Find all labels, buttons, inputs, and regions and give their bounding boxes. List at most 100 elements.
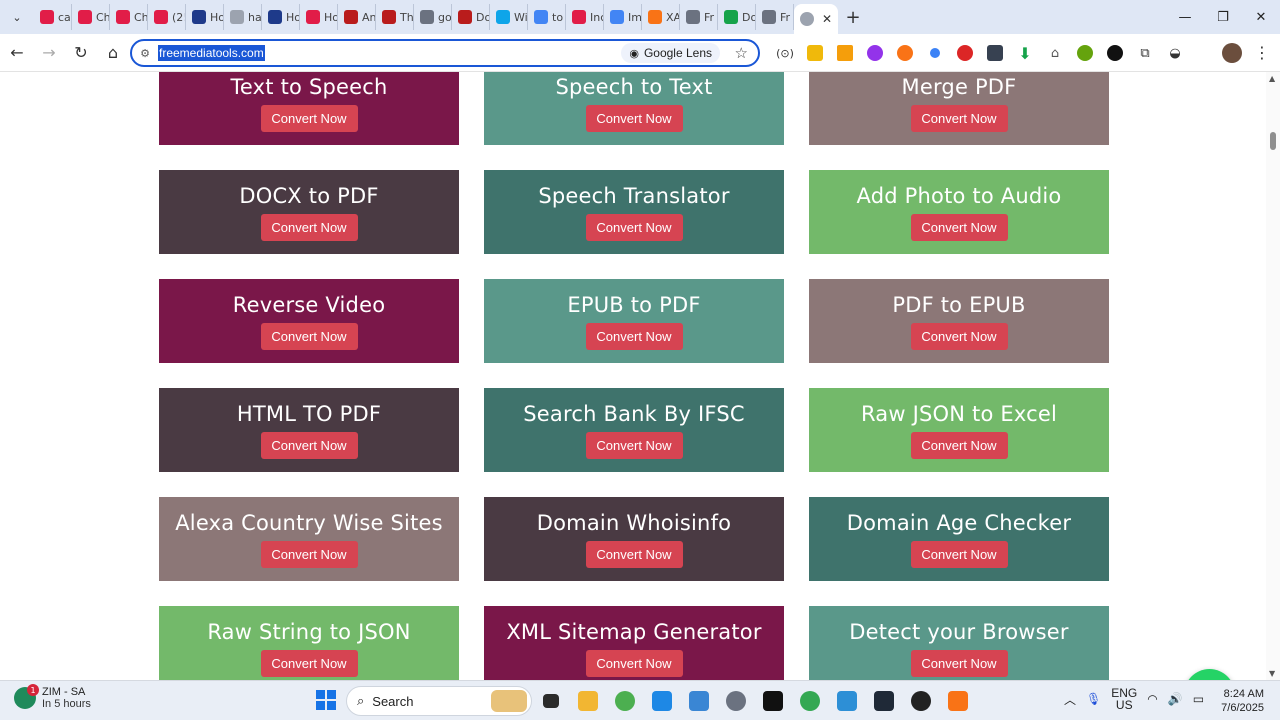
forward-button[interactable]: → <box>34 38 64 68</box>
convert-now-button[interactable]: Convert Now <box>910 213 1008 241</box>
incognito-icon[interactable]: ◒ <box>1160 40 1190 66</box>
convert-now-button[interactable]: Convert Now <box>585 322 683 350</box>
close-tab-icon[interactable]: ✕ <box>822 12 832 26</box>
close-window-icon[interactable]: ✕ <box>1242 0 1280 34</box>
convert-now-button[interactable]: Convert Now <box>260 540 358 568</box>
convert-now-button[interactable]: Convert Now <box>910 431 1008 459</box>
extension-icon[interactable] <box>1070 40 1100 66</box>
menu-kebab-icon[interactable]: ⋮ <box>1254 43 1270 62</box>
convert-now-button[interactable]: Convert Now <box>260 649 358 677</box>
weather-widget[interactable]: 1 ZIM - SA In 5 hours <box>14 684 91 710</box>
extension-icon[interactable] <box>800 40 830 66</box>
browser-tab[interactable]: Th <box>376 4 414 30</box>
browser-tab[interactable]: Wi <box>490 4 528 30</box>
tray-overflow-icon[interactable]: ︿ <box>1064 691 1076 708</box>
browser-tab[interactable]: Ch <box>110 4 148 30</box>
convert-now-button[interactable]: Convert Now <box>910 322 1008 350</box>
task-view-icon[interactable] <box>532 685 569 717</box>
extension-icon[interactable] <box>830 40 860 66</box>
browser-tab[interactable]: to <box>528 4 566 30</box>
convert-now-button[interactable]: Convert Now <box>585 104 683 132</box>
minimize-icon[interactable]: — <box>1166 0 1204 34</box>
browser-tab[interactable]: Fr <box>756 4 794 30</box>
convert-now-button[interactable]: Convert Now <box>260 431 358 459</box>
browser-tab[interactable]: ha <box>224 4 262 30</box>
clock[interactable]: 8:24 AM 7/6/2025 <box>1221 687 1264 715</box>
bookmark-star-icon[interactable]: ☆ <box>735 44 748 62</box>
tool-card: Speech Translator Convert Now <box>484 170 784 254</box>
browser-tab[interactable]: Ch <box>72 4 110 30</box>
app-icon[interactable] <box>902 685 939 717</box>
tool-card: Add Photo to Audio Convert Now <box>809 170 1109 254</box>
convert-now-button[interactable]: Convert Now <box>585 540 683 568</box>
tab-search-chevron-icon[interactable]: ⌄ <box>0 0 34 34</box>
back-button[interactable]: ← <box>2 38 32 68</box>
vscode-icon[interactable] <box>643 685 680 717</box>
microphone-icon[interactable]: 🎙 <box>1086 692 1101 706</box>
home-button[interactable]: ⌂ <box>98 38 128 68</box>
google-lens-button[interactable]: ◉ Google Lens <box>621 43 720 63</box>
browser-tab[interactable]: Ho <box>300 4 338 30</box>
convert-now-button[interactable]: Convert Now <box>585 431 683 459</box>
scroll-thumb[interactable] <box>1270 132 1276 150</box>
extension-icon[interactable]: (⊙) <box>770 40 800 66</box>
address-url[interactable]: freemediatools.com <box>158 45 265 61</box>
app-icon[interactable] <box>939 685 976 717</box>
browser-tab[interactable]: Ho <box>262 4 300 30</box>
file-explorer-icon[interactable] <box>569 685 606 717</box>
puzzle-extensions-icon[interactable]: ⧉ <box>1130 40 1160 66</box>
chrome-icon[interactable] <box>606 685 643 717</box>
app-icon[interactable] <box>828 685 865 717</box>
reload-button[interactable]: ↻ <box>66 38 96 68</box>
browser-tab[interactable]: go <box>414 4 452 30</box>
app-icon[interactable] <box>754 685 791 717</box>
browser-tab[interactable]: Do <box>718 4 756 30</box>
site-info-icon[interactable]: ⚙ <box>132 47 158 60</box>
convert-now-button[interactable]: Convert Now <box>910 540 1008 568</box>
convert-now-button[interactable]: Convert Now <box>585 649 683 677</box>
chrome-profile-icon[interactable] <box>791 685 828 717</box>
extension-icon[interactable] <box>980 40 1010 66</box>
settings-icon[interactable] <box>717 685 754 717</box>
volume-icon[interactable]: 🔊 <box>1168 692 1183 706</box>
scroll-up-icon[interactable]: ▲ <box>1269 74 1275 83</box>
restore-icon[interactable]: ❐ <box>1204 0 1242 34</box>
extension-icon[interactable] <box>890 40 920 66</box>
battery-icon[interactable]: ▭ <box>1193 692 1204 706</box>
address-bar[interactable]: ⚙ freemediatools.com ◉ Google Lens ☆ <box>130 39 760 67</box>
browser-tab[interactable]: ca <box>34 4 72 30</box>
browser-tab[interactable]: Inc <box>566 4 604 30</box>
convert-now-button[interactable]: Convert Now <box>910 649 1008 677</box>
convert-now-button[interactable]: Convert Now <box>260 104 358 132</box>
extension-icon[interactable] <box>860 40 890 66</box>
windows-start-icon[interactable] <box>316 690 336 710</box>
tool-title: Speech to Text <box>555 74 713 99</box>
new-tab-button[interactable]: + <box>838 2 868 32</box>
terminal-icon[interactable] <box>865 685 902 717</box>
browser-tab[interactable]: Im <box>604 4 642 30</box>
download-icon[interactable]: ⬇ <box>1010 40 1040 66</box>
browser-tab[interactable]: An <box>338 4 376 30</box>
browser-tab[interactable]: Fr <box>680 4 718 30</box>
extension-icon[interactable] <box>920 40 950 66</box>
profile-avatar[interactable] <box>1222 43 1242 63</box>
github-icon[interactable] <box>1100 40 1130 66</box>
convert-now-button[interactable]: Convert Now <box>260 213 358 241</box>
browser-tab[interactable]: XA <box>642 4 680 30</box>
notepad-icon[interactable] <box>680 685 717 717</box>
language-indicator[interactable]: ENG US <box>1111 687 1137 711</box>
whatsapp-button[interactable] <box>1184 669 1235 680</box>
scroll-down-icon[interactable]: ▼ <box>1269 669 1275 678</box>
page-scrollbar[interactable]: ▲ ▼ <box>1266 72 1280 680</box>
convert-now-button[interactable]: Convert Now <box>910 104 1008 132</box>
taskbar-search[interactable]: ⌕ Search <box>346 686 532 716</box>
browser-tab[interactable]: (2! <box>148 4 186 30</box>
wifi-icon[interactable]: ◠ <box>1147 692 1157 706</box>
extension-icon[interactable] <box>950 40 980 66</box>
convert-now-button[interactable]: Convert Now <box>260 322 358 350</box>
browser-tab[interactable]: Ho <box>186 4 224 30</box>
extension-icon[interactable]: ⌂ <box>1040 40 1070 66</box>
convert-now-button[interactable]: Convert Now <box>585 213 683 241</box>
browser-tab[interactable]: Do <box>452 4 490 30</box>
active-tab[interactable]: ✕ <box>794 4 838 34</box>
